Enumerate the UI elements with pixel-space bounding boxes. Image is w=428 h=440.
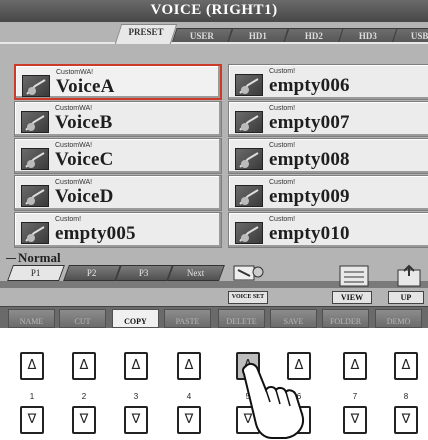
cut-button[interactable]: CUT bbox=[59, 309, 106, 328]
page-tab-p3[interactable]: P3 bbox=[115, 265, 173, 281]
panel-down-button-1[interactable]: ∇ bbox=[20, 406, 44, 434]
screen-title: VOICE (RIGHT1) bbox=[150, 2, 278, 18]
panel-button-number: 8 bbox=[403, 392, 409, 401]
voice-category: CustomWA! bbox=[56, 69, 94, 76]
panel-down-button-8[interactable]: ∇ bbox=[394, 406, 418, 434]
voice-name: VoiceB bbox=[55, 112, 113, 133]
voice-name: empty009 bbox=[269, 186, 350, 207]
paste-button[interactable]: PASTE bbox=[164, 309, 211, 328]
tab-preset[interactable]: PRESET bbox=[114, 24, 178, 44]
pointing-hand-icon bbox=[241, 362, 304, 439]
voice-category: Custom! bbox=[55, 216, 82, 223]
voice-name: VoiceA bbox=[56, 76, 115, 97]
guitar-icon bbox=[21, 185, 49, 207]
voice-slot[interactable]: Custom! empty007 bbox=[228, 101, 428, 137]
lcd-screen: VOICE (RIGHT1) PRESET USER HD1 HD2 HD3 U… bbox=[0, 0, 428, 328]
voice-slot[interactable]: CustomWA! VoiceB bbox=[14, 101, 222, 137]
panel-button-number: 3 bbox=[133, 392, 139, 401]
voice-category: Custom! bbox=[269, 68, 296, 75]
bank-divider bbox=[6, 258, 16, 259]
panel-up-button-4[interactable]: Δ bbox=[177, 352, 201, 380]
page-tab-next[interactable]: Next bbox=[167, 265, 225, 281]
bank-label: Normal bbox=[18, 250, 61, 265]
panel-up-button-8[interactable]: Δ bbox=[394, 352, 418, 380]
voice-set-icon[interactable] bbox=[228, 262, 268, 290]
view-button[interactable]: VIEW bbox=[332, 291, 372, 304]
voice-category: CustomWA! bbox=[55, 105, 93, 112]
guitar-icon bbox=[22, 75, 50, 97]
voice-slot[interactable]: Custom! empty006 bbox=[228, 64, 428, 100]
save-button[interactable]: SAVE bbox=[270, 309, 317, 328]
voice-slot[interactable]: CustomWA! VoiceA bbox=[14, 64, 222, 100]
page-tab-p2[interactable]: P2 bbox=[63, 265, 121, 281]
voice-name: VoiceD bbox=[55, 186, 114, 207]
voice-slot[interactable]: Custom! empty010 bbox=[228, 212, 428, 248]
panel-up-button-3[interactable]: Δ bbox=[124, 352, 148, 380]
panel-down-button-7[interactable]: ∇ bbox=[343, 406, 367, 434]
panel-up-button-2[interactable]: Δ bbox=[72, 352, 96, 380]
up-button[interactable]: UP bbox=[388, 291, 424, 304]
voice-name: empty005 bbox=[55, 223, 136, 244]
voice-category: Custom! bbox=[269, 179, 296, 186]
guitar-icon bbox=[235, 185, 263, 207]
voice-name: empty010 bbox=[269, 223, 350, 244]
guitar-icon bbox=[235, 148, 263, 170]
delete-button[interactable]: DELETE bbox=[218, 309, 265, 328]
guitar-icon bbox=[235, 74, 263, 96]
title-bar: VOICE (RIGHT1) bbox=[0, 0, 428, 22]
voice-slot[interactable]: Custom! empty008 bbox=[228, 138, 428, 174]
guitar-icon bbox=[21, 222, 49, 244]
panel-down-button-2[interactable]: ∇ bbox=[72, 406, 96, 434]
panel-button-number: 2 bbox=[81, 392, 87, 401]
guitar-icon bbox=[235, 222, 263, 244]
voice-set-button[interactable]: VOICE SET bbox=[228, 291, 268, 304]
guitar-icon bbox=[235, 111, 263, 133]
panel-button-number: 7 bbox=[352, 392, 358, 401]
voice-category: Custom! bbox=[269, 216, 296, 223]
panel-up-button-1[interactable]: Δ bbox=[20, 352, 44, 380]
voice-name: empty006 bbox=[269, 75, 350, 96]
voice-category: Custom! bbox=[269, 105, 296, 112]
panel-button-number: 4 bbox=[186, 392, 192, 401]
name-button[interactable]: NAME bbox=[8, 309, 55, 328]
page-tab-p1[interactable]: P1 bbox=[7, 265, 65, 281]
panel-button-number: 1 bbox=[29, 392, 35, 401]
voice-name: VoiceC bbox=[55, 149, 114, 170]
folder-button[interactable]: FOLDER bbox=[322, 309, 369, 328]
copy-button[interactable]: COPY bbox=[112, 309, 159, 328]
voice-name: empty008 bbox=[269, 149, 350, 170]
folder-up-icon[interactable] bbox=[394, 262, 424, 290]
panel-down-button-4[interactable]: ∇ bbox=[177, 406, 201, 434]
guitar-icon bbox=[21, 148, 49, 170]
tab-bar: PRESET USER HD1 HD2 HD3 USB1 bbox=[0, 22, 428, 44]
voice-category: CustomWA! bbox=[55, 142, 93, 149]
panel-down-button-3[interactable]: ∇ bbox=[124, 406, 148, 434]
voice-slot[interactable]: Custom! empty009 bbox=[228, 175, 428, 211]
voice-slot[interactable]: Custom! empty005 bbox=[14, 212, 222, 248]
view-icon[interactable] bbox=[336, 262, 372, 290]
voice-category: CustomWA! bbox=[55, 179, 93, 186]
guitar-icon bbox=[21, 111, 49, 133]
voice-category: Custom! bbox=[269, 142, 296, 149]
voice-name: empty007 bbox=[269, 112, 350, 133]
voice-slot[interactable]: CustomWA! VoiceD bbox=[14, 175, 222, 211]
demo-button[interactable]: DEMO bbox=[375, 309, 422, 328]
voice-slot[interactable]: CustomWA! VoiceC bbox=[14, 138, 222, 174]
panel-up-button-7[interactable]: Δ bbox=[343, 352, 367, 380]
